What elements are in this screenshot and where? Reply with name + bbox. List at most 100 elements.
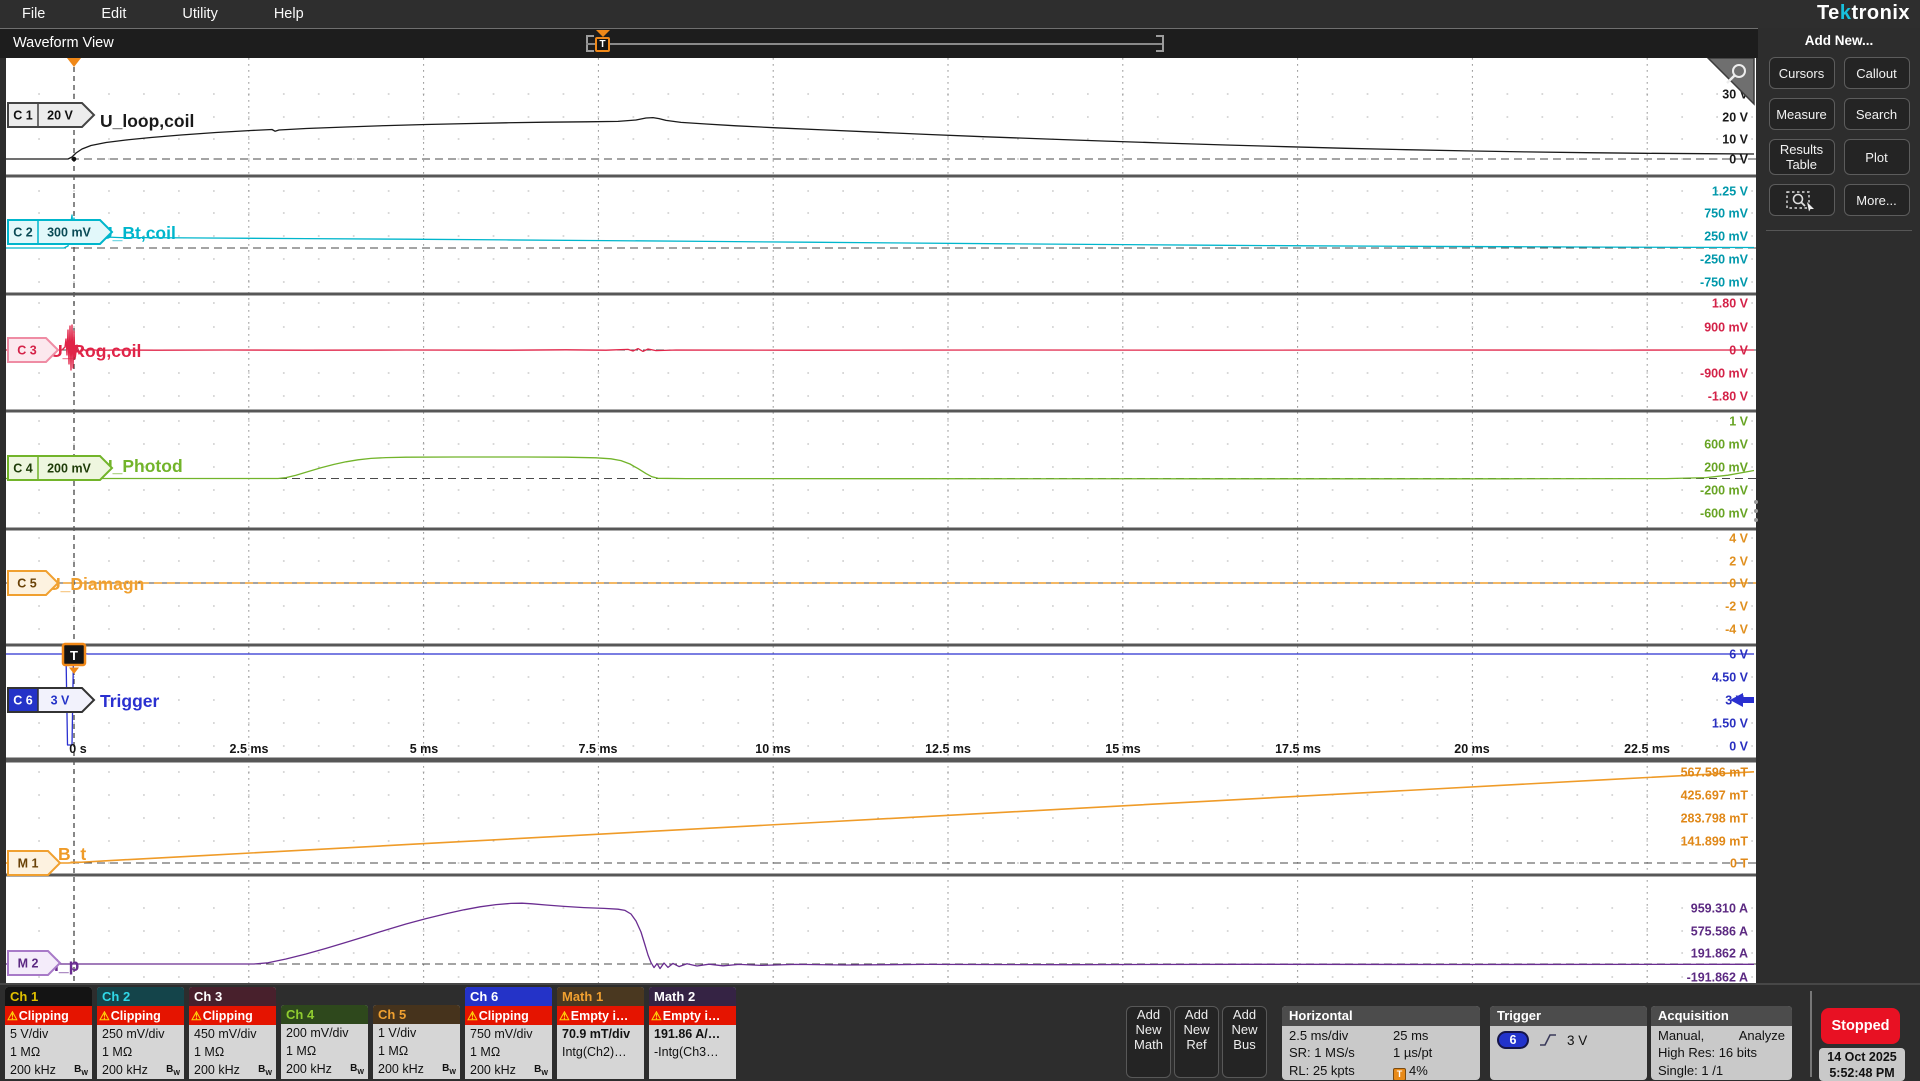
time-axis-label: 10 ms [755, 742, 790, 756]
badge-row: 200 kHzBW [97, 1061, 184, 1079]
chip-m2[interactable]: M 2 [8, 951, 60, 975]
clipping-warning: ⚠Clipping [97, 1006, 184, 1025]
chip-c6[interactable]: C 63 V [8, 688, 94, 712]
horizontal-scale: 2.5 ms/div [1289, 1027, 1393, 1044]
c2-scale-label: 250 mV [1704, 230, 1748, 244]
acq-mode: Manual, [1658, 1027, 1704, 1044]
badge-label: Ch 3 [194, 989, 222, 1004]
clipping-warning: ⚠Clipping [5, 1006, 92, 1025]
trigger-flag-icon: T [1393, 1068, 1406, 1080]
badge-row: 250 mV/div [97, 1025, 184, 1043]
trigger-position-track[interactable] [586, 35, 1164, 52]
acquisition-panel[interactable]: Acquisition Manual,Analyze High Res: 16 … [1651, 1006, 1792, 1080]
bandwidth-limit-icon: BW [534, 1061, 548, 1079]
menu-edit[interactable]: Edit [101, 6, 126, 22]
add-new-ref-button[interactable]: Add New Ref [1174, 1006, 1219, 1078]
time-axis-label: 0 s [69, 742, 86, 756]
c1-name-label: U_loop,coil [100, 111, 194, 131]
c5-scale-label: 4 V [1729, 532, 1748, 546]
badge-row: 200 kHzBW [281, 1060, 368, 1078]
chip-cell-label: C 2 [13, 226, 33, 240]
trigger-t-icon: T [70, 648, 78, 663]
badge-ch5[interactable]: Ch 51 V/div1 MΩ200 kHzBW [373, 1005, 460, 1079]
warning-icon: ⚠ [559, 1009, 570, 1023]
badge-ch3[interactable]: Ch 3⚠Clipping450 mV/div1 MΩ200 kHzBW [189, 987, 276, 1079]
panel-drag-handle[interactable] [1754, 500, 1758, 522]
badge-label: Math 2 [654, 989, 695, 1004]
bandwidth-limit-icon: BW [442, 1060, 456, 1079]
badge-label: Ch 4 [286, 1007, 314, 1022]
trigger-flag-arrow-icon [596, 30, 610, 37]
waveform-plot[interactable]: 30 V20 V10 V0 V1.25 V750 mV250 mV-250 mV… [6, 58, 1756, 983]
menu-file[interactable]: File [22, 6, 45, 22]
add-new-math-button[interactable]: Add New Math [1126, 1006, 1171, 1078]
badge-ch2[interactable]: Ch 2⚠Clipping250 mV/div1 MΩ200 kHzBW [97, 987, 184, 1079]
tab-waveform-view[interactable]: Waveform View [13, 29, 114, 58]
clipping-warning: ⚠Clipping [189, 1006, 276, 1025]
c1-trace [6, 118, 1754, 159]
run-stop-status-button[interactable]: Stopped [1821, 1008, 1900, 1044]
chip-m1[interactable]: M 1 [8, 851, 60, 875]
warning-icon: ⚠ [191, 1009, 202, 1023]
badge-ch1[interactable]: Ch 1⚠Clipping5 V/div1 MΩ200 kHzBW [5, 987, 92, 1079]
c2-scale-label: -750 mV [1700, 276, 1749, 290]
m1-scale-label: 425.697 mT [1681, 789, 1749, 803]
badge-row: 1 MΩ [465, 1043, 552, 1061]
badge-row: 750 mV/div [465, 1025, 552, 1043]
badge-label: Ch 2 [102, 989, 130, 1004]
warning-icon: ⚠ [7, 1009, 18, 1023]
badge-math1[interactable]: Math 1⚠Empty i…70.9 mT/divIntg(Ch2)… [557, 987, 644, 1079]
search-button[interactable]: Search [1844, 98, 1910, 130]
trigger-position-flag[interactable]: T [594, 30, 611, 52]
horizontal-panel[interactable]: Horizontal 2.5 ms/div25 ms SR: 1 MS/s1 µ… [1282, 1006, 1480, 1080]
chip-cell-label: C 5 [17, 577, 37, 591]
badge-math2[interactable]: Math 2⚠Empty i…191.86 A/…-Intg(Ch3… [649, 987, 736, 1079]
acq-resolution: High Res: 16 bits [1658, 1044, 1757, 1061]
chip-cell-label: C 3 [17, 344, 37, 358]
right-panel: Add New... Cursors Callout Measure Searc… [1758, 28, 1920, 983]
more-button[interactable]: More... [1844, 184, 1910, 216]
c1-scale-label: 0 V [1729, 153, 1748, 167]
chip-c5[interactable]: C 5 [8, 571, 58, 595]
menu-utility[interactable]: Utility [182, 6, 217, 22]
plot-button[interactable]: Plot [1844, 139, 1910, 175]
chip-cell-label: M 2 [18, 957, 39, 971]
c2-scale-label: -250 mV [1700, 253, 1749, 267]
chip-c4[interactable]: C 4200 mV [8, 456, 112, 480]
measure-button[interactable]: Measure [1769, 98, 1835, 130]
c4-trace [6, 457, 1754, 479]
chip-c3[interactable]: C 3 [8, 338, 58, 362]
trigger-panel[interactable]: Trigger 6 3 V [1490, 1006, 1647, 1080]
c4-scale-label: -600 mV [1700, 507, 1749, 521]
callout-button[interactable]: Callout [1844, 57, 1910, 89]
results-table-button[interactable]: Results Table [1769, 139, 1835, 175]
chip-cell-label: C 6 [13, 694, 33, 708]
zoom-select-button[interactable] [1769, 184, 1835, 216]
badge-row: 5 V/div [5, 1025, 92, 1043]
c4-scale-label: 600 mV [1704, 438, 1748, 452]
trigger-position-marker-icon[interactable] [67, 58, 81, 67]
badge-row: 200 kHzBW [465, 1061, 552, 1079]
c5-scale-label: 0 V [1729, 577, 1748, 591]
cursors-button[interactable]: Cursors [1769, 57, 1835, 89]
chip-cell-label: C 1 [13, 109, 33, 123]
badge-ch6[interactable]: Ch 6⚠Clipping750 mV/div1 MΩ200 kHzBW [465, 987, 552, 1079]
badge-ch4[interactable]: Ch 4200 mV/div1 MΩ200 kHzBW [281, 1005, 368, 1079]
add-new-bus-button[interactable]: Add New Bus [1222, 1006, 1267, 1078]
waveform-view-area[interactable]: 30 V20 V10 V0 V1.25 V750 mV250 mV-250 mV… [6, 58, 1756, 983]
c1-scale-label: 20 V [1722, 111, 1748, 125]
record-length: RL: 25 kpts [1289, 1062, 1393, 1079]
menu-help[interactable]: Help [274, 6, 304, 22]
chip-c1[interactable]: C 120 V [8, 103, 94, 127]
c3-scale-label: -900 mV [1700, 367, 1749, 381]
chip-c2[interactable]: C 2300 mV [8, 220, 112, 244]
badge-row: 450 mV/div [189, 1025, 276, 1043]
trigger-position-percent: T4% [1393, 1062, 1473, 1079]
c3-trace [6, 325, 1754, 370]
m2-scale-label: -191.862 A [1687, 971, 1748, 984]
c3-name-label: U_Rog,coil [50, 341, 141, 361]
warning-icon: ⚠ [99, 1009, 110, 1023]
trigger-level-value: 3 V [1567, 1033, 1587, 1048]
badge-row: 191.86 A/… [649, 1025, 736, 1043]
acq-analyze: Analyze [1739, 1027, 1785, 1044]
